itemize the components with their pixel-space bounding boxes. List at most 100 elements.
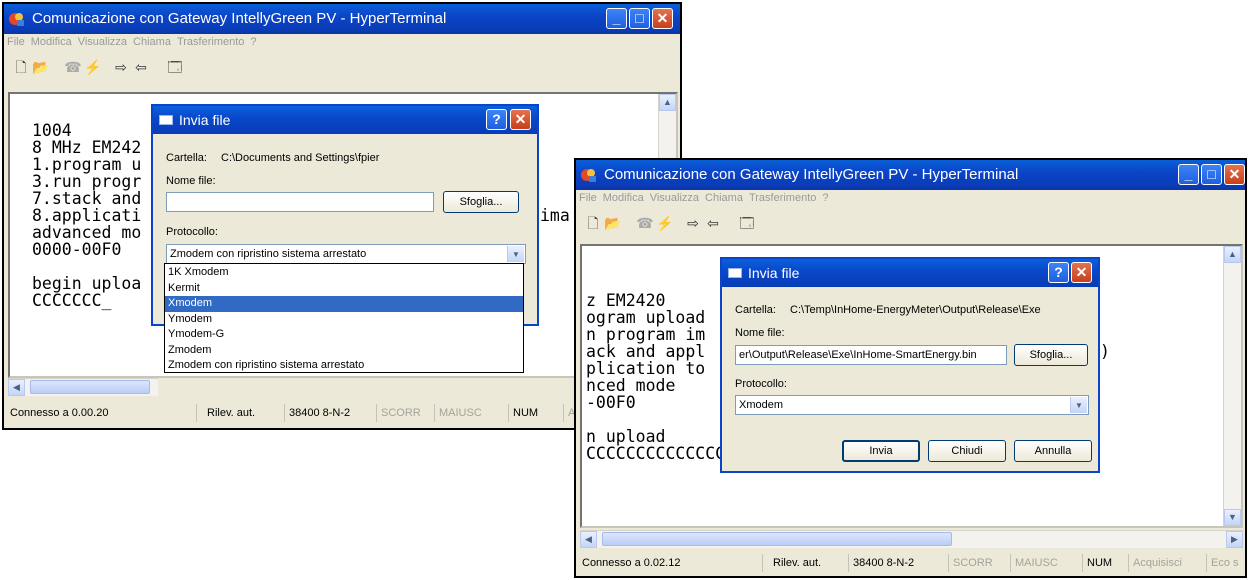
horizontal-scroll-thumb[interactable]: [30, 380, 150, 394]
close-dialog-button[interactable]: Chiudi: [928, 440, 1006, 462]
menu-trasferimento[interactable]: Trasferimento: [174, 34, 247, 50]
send-button[interactable]: Invia: [842, 440, 920, 462]
filename-label: Nome file:: [735, 327, 785, 339]
help-button[interactable]: ?: [486, 109, 507, 130]
send-file-icon[interactable]: ⇨: [684, 214, 702, 232]
scroll-up-button[interactable]: ▲: [1224, 246, 1241, 263]
receive-file-icon[interactable]: ⇦: [704, 214, 722, 232]
vertical-scrollbar[interactable]: ▲ ▼: [1223, 246, 1241, 526]
terminal-line: begin uploa: [32, 274, 142, 293]
protocol-option[interactable]: Ymodem-G: [165, 327, 523, 343]
minimize-button[interactable]: _: [606, 8, 627, 29]
call-icon[interactable]: ☎: [636, 214, 654, 232]
terminal-line: 1004: [32, 121, 72, 140]
terminal-line: 7.stack and: [32, 189, 142, 208]
close-button[interactable]: ✕: [652, 8, 673, 29]
protocol-label: Protocollo:: [735, 378, 787, 390]
terminal-text-tail: ): [1100, 342, 1110, 361]
close-button[interactable]: ✕: [1071, 262, 1092, 283]
toolbar: 🗋 📂 ☎ ⚡ ⇨ ⇦ 🗔: [576, 210, 1245, 236]
scroll-down-button[interactable]: ▼: [1224, 509, 1241, 526]
open-icon[interactable]: 📂: [32, 58, 50, 76]
maximize-button[interactable]: □: [1201, 164, 1222, 185]
protocol-select[interactable]: Zmodem con ripristino sistema arrestato …: [166, 244, 526, 264]
chevron-down-icon[interactable]: ▼: [1070, 397, 1087, 413]
menu-modifica[interactable]: Modifica: [28, 34, 75, 50]
new-icon[interactable]: 🗋: [584, 214, 602, 232]
send-file-dialog-2: Invia file ? ✕ Cartella: C:\Temp\InHome-…: [720, 257, 1100, 473]
protocol-selected: Xmodem: [739, 399, 784, 411]
horizontal-scroll-thumb[interactable]: [602, 532, 952, 546]
status-scroll: SCORR: [376, 404, 429, 422]
status-caps: MAIUSC: [434, 404, 489, 422]
filename-input[interactable]: er\Output\Release\Exe\InHome-SmartEnergy…: [735, 345, 1007, 365]
scroll-right-button[interactable]: ▶: [1226, 531, 1243, 548]
help-button[interactable]: ?: [1048, 262, 1069, 283]
protocol-option[interactable]: Zmodem con ripristino sistema arrestato: [165, 358, 523, 374]
scroll-left-button[interactable]: ◀: [580, 531, 597, 548]
chevron-down-icon[interactable]: ▼: [507, 246, 524, 262]
browse-button[interactable]: Sfoglia...: [1014, 344, 1088, 366]
menu-file[interactable]: File: [576, 190, 600, 206]
horizontal-scrollbar[interactable]: ◀: [8, 378, 158, 396]
scroll-left-button[interactable]: ◀: [8, 379, 25, 396]
menu-help[interactable]: ?: [247, 34, 259, 50]
status-baud: 38400 8-N-2: [848, 554, 933, 572]
status-detect: Rilev. aut.: [196, 404, 282, 422]
status-capture: Acquisisci: [1128, 554, 1193, 572]
title-bar[interactable]: Comunicazione con Gateway IntellyGreen P…: [576, 160, 1245, 190]
protocol-option[interactable]: Zmodem: [165, 343, 523, 359]
hyperterminal-app-icon: [581, 169, 596, 182]
close-button[interactable]: ✕: [1224, 164, 1245, 185]
cancel-button[interactable]: Annulla: [1014, 440, 1092, 462]
maximize-button[interactable]: □: [629, 8, 650, 29]
protocol-select[interactable]: Xmodem ▼: [735, 395, 1089, 415]
menu-file[interactable]: File: [4, 34, 28, 50]
status-scroll: SCORR: [948, 554, 1001, 572]
folder-label: Cartella:: [166, 152, 207, 164]
scroll-up-button[interactable]: ▲: [659, 94, 676, 111]
properties-icon[interactable]: 🗔: [166, 58, 184, 76]
horizontal-scrollbar[interactable]: ◀ ▶: [580, 530, 1243, 548]
send-file-icon[interactable]: ⇨: [112, 58, 130, 76]
menu-chiama[interactable]: Chiama: [130, 34, 174, 50]
menu-visualizza[interactable]: Visualizza: [647, 190, 702, 206]
browse-button[interactable]: Sfoglia...: [443, 191, 519, 213]
terminal-line: CCCCCCC_: [32, 291, 112, 310]
terminal-text-tail: ima: [540, 206, 570, 225]
disconnect-icon[interactable]: ⚡: [656, 214, 674, 232]
protocol-option[interactable]: 1K Xmodem: [165, 265, 523, 281]
menu-chiama[interactable]: Chiama: [702, 190, 746, 206]
folder-value: C:\Temp\InHome-EnergyMeter\Output\Releas…: [790, 304, 1041, 316]
terminal-line: 8 MHz EM242: [32, 138, 142, 157]
new-icon[interactable]: 🗋: [12, 58, 30, 76]
menu-trasferimento[interactable]: Trasferimento: [746, 190, 819, 206]
folder-value: C:\Documents and Settings\fpier: [221, 152, 380, 164]
protocol-selected: Zmodem con ripristino sistema arrestato: [170, 248, 367, 260]
status-connection: Connesso a 0.00.20: [10, 407, 109, 419]
open-icon[interactable]: 📂: [604, 214, 622, 232]
close-button[interactable]: ✕: [510, 109, 531, 130]
window-title: Comunicazione con Gateway IntellyGreen P…: [604, 166, 1019, 183]
call-icon[interactable]: ☎: [64, 58, 82, 76]
menu-help[interactable]: ?: [819, 190, 831, 206]
dialog-title-bar[interactable]: Invia file ? ✕: [153, 106, 537, 134]
minimize-button[interactable]: _: [1178, 164, 1199, 185]
properties-icon[interactable]: 🗔: [738, 214, 756, 232]
menu-modifica[interactable]: Modifica: [600, 190, 647, 206]
hyperterminal-app-icon: [9, 13, 24, 26]
protocol-option[interactable]: Kermit: [165, 281, 523, 297]
title-bar[interactable]: Comunicazione con Gateway IntellyGreen P…: [4, 4, 680, 34]
menu-visualizza[interactable]: Visualizza: [75, 34, 130, 50]
status-caps: MAIUSC: [1010, 554, 1067, 572]
receive-file-icon[interactable]: ⇦: [132, 58, 150, 76]
window-icon: [728, 268, 742, 278]
disconnect-icon[interactable]: ⚡: [84, 58, 102, 76]
protocol-option-highlighted[interactable]: Xmodem: [165, 296, 523, 312]
filename-input[interactable]: [166, 192, 434, 212]
dialog-title-bar[interactable]: Invia file ? ✕: [722, 259, 1098, 287]
protocol-option[interactable]: Ymodem: [165, 312, 523, 328]
terminal-line: advanced mo: [32, 223, 142, 242]
terminal-line: 3.run progr: [32, 172, 142, 191]
